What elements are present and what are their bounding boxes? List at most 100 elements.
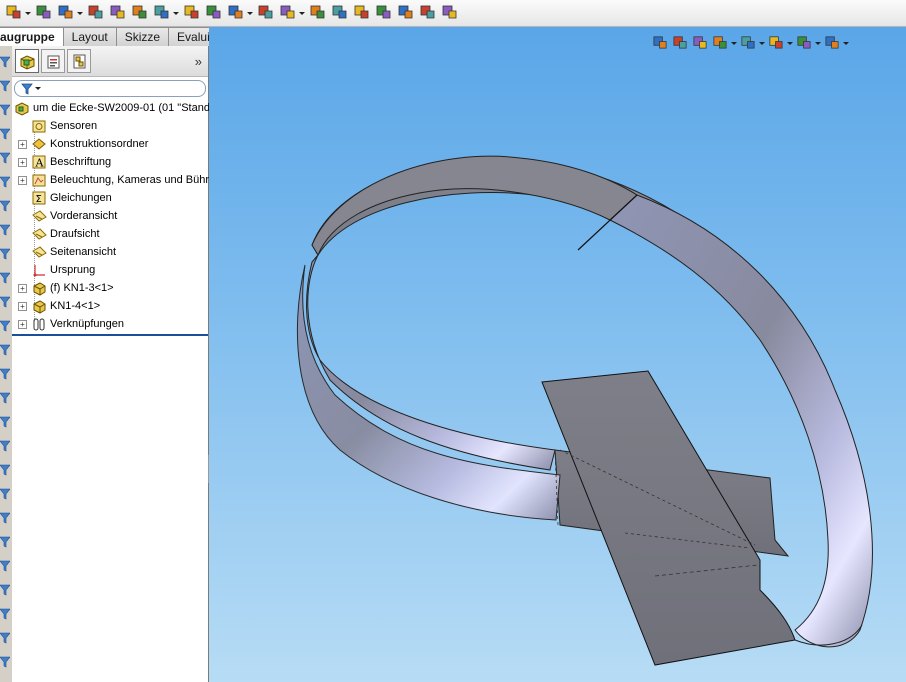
filter-icon[interactable]: [0, 200, 11, 212]
feature-manager-tabs: »: [12, 46, 208, 77]
table-button[interactable]: [416, 2, 438, 24]
part-icon: [31, 280, 47, 296]
expand-panel-button[interactable]: »: [195, 54, 202, 69]
model-view[interactable]: [209, 27, 906, 682]
part-icon: [31, 298, 47, 314]
toolbar-dropdown-caret[interactable]: [172, 2, 180, 24]
filter-icon[interactable]: [0, 656, 11, 668]
expand-toggle[interactable]: +: [18, 283, 27, 293]
headsup-dropdown-caret[interactable]: [730, 32, 738, 54]
filter-dropdown-icon[interactable]: [35, 87, 41, 90]
filter-icon[interactable]: [0, 392, 11, 404]
feature-filter-input[interactable]: [14, 80, 206, 97]
move-button[interactable]: [328, 2, 350, 24]
filter-icon[interactable]: [0, 368, 11, 380]
filter-icon[interactable]: [0, 56, 11, 68]
linear-pattern-button[interactable]: [128, 2, 150, 24]
expand-toggle[interactable]: +: [18, 175, 27, 185]
tree-item[interactable]: Ursprung: [18, 261, 95, 279]
filter-icon[interactable]: [0, 104, 11, 116]
explode-button[interactable]: [150, 2, 172, 24]
filter-icon[interactable]: [0, 296, 11, 308]
featuremanager-tab[interactable]: [15, 49, 39, 73]
filter-icon[interactable]: [0, 632, 11, 644]
linear-pattern-icon: [131, 3, 148, 23]
sketch-button[interactable]: [254, 2, 276, 24]
filter-icon[interactable]: [0, 176, 11, 188]
tree-item[interactable]: + A Beschriftung: [18, 153, 111, 171]
tree-item-label: Gleichungen: [50, 192, 112, 204]
filter-icon[interactable]: [0, 320, 11, 332]
expand-toggle[interactable]: +: [18, 157, 27, 167]
configurationmanager-tab[interactable]: [67, 49, 91, 73]
smart-fasteners-button[interactable]: [306, 2, 328, 24]
filter-icon[interactable]: [0, 440, 11, 452]
view-orientation-button[interactable]: [710, 33, 730, 53]
toolbar-dropdown-caret[interactable]: [24, 2, 32, 24]
rotate-button[interactable]: [180, 2, 202, 24]
toolbar-dropdown-caret[interactable]: [298, 2, 306, 24]
filter-icon[interactable]: [0, 560, 11, 572]
filter-icon[interactable]: [0, 80, 11, 92]
tab-sketch[interactable]: Skizze: [115, 27, 170, 46]
filter-icon[interactable]: [0, 464, 11, 476]
tab-assembly[interactable]: augruppe: [0, 27, 64, 46]
open-button[interactable]: [2, 2, 24, 24]
filter-icon[interactable]: [0, 152, 11, 164]
tree-item[interactable]: um die Ecke-SW2009-01 (01 "Stand: [14, 99, 210, 117]
section-view-button[interactable]: [690, 33, 710, 53]
svg-text:Σ: Σ: [36, 194, 42, 205]
filter-icon[interactable]: [0, 344, 11, 356]
assembly-button[interactable]: [350, 2, 372, 24]
tree-item[interactable]: Σ Gleichungen: [18, 189, 112, 207]
expand-toggle[interactable]: +: [18, 301, 27, 311]
filter-icon[interactable]: [0, 416, 11, 428]
headsup-dropdown-caret[interactable]: [814, 32, 822, 54]
paperclip-button[interactable]: [32, 2, 54, 24]
propertymanager-tab[interactable]: [41, 49, 65, 73]
headsup-dropdown-caret[interactable]: [842, 32, 850, 54]
color-button[interactable]: [438, 2, 460, 24]
filter-icon[interactable]: [0, 272, 11, 284]
filter-icon[interactable]: [0, 128, 11, 140]
filter-icon[interactable]: [0, 584, 11, 596]
hide-show-button[interactable]: [202, 2, 224, 24]
filter-icon[interactable]: [0, 536, 11, 548]
tree-item[interactable]: + KN1-4<1>: [18, 297, 100, 315]
configure-button[interactable]: [224, 2, 246, 24]
view-settings-button[interactable]: [822, 33, 842, 53]
edit-appearance-button[interactable]: [766, 33, 786, 53]
filter-icon[interactable]: [0, 608, 11, 620]
toolbar-dropdown-caret[interactable]: [76, 2, 84, 24]
rollback-bar[interactable]: [12, 334, 208, 336]
scene-button[interactable]: [794, 33, 814, 53]
tree-item[interactable]: Seitenansicht: [18, 243, 116, 261]
filter-icon[interactable]: [0, 488, 11, 500]
tree-item[interactable]: Sensoren: [18, 117, 97, 135]
mate-button[interactable]: [54, 2, 76, 24]
insert-button[interactable]: [106, 2, 128, 24]
toolbar-dropdown-caret[interactable]: [246, 2, 254, 24]
zoom-fit-button[interactable]: [650, 33, 670, 53]
tools-button[interactable]: [276, 2, 298, 24]
graphics-area[interactable]: [209, 27, 906, 682]
tree-item[interactable]: Vorderansicht: [18, 207, 117, 225]
headsup-dropdown-caret[interactable]: [758, 32, 766, 54]
tree-item[interactable]: + Verknüpfungen: [18, 315, 124, 333]
tree-item[interactable]: + Konstruktionsordner: [18, 135, 148, 153]
tree-item[interactable]: + Beleuchtung, Kameras und Bühr: [18, 171, 209, 189]
instant3d-button[interactable]: [394, 2, 416, 24]
filter-icon[interactable]: [0, 512, 11, 524]
reference-button[interactable]: [372, 2, 394, 24]
expand-toggle[interactable]: +: [18, 319, 27, 329]
component-button[interactable]: [84, 2, 106, 24]
zoom-area-button[interactable]: [670, 33, 690, 53]
expand-toggle[interactable]: +: [18, 139, 27, 149]
tree-item[interactable]: Draufsicht: [18, 225, 100, 243]
headsup-dropdown-caret[interactable]: [786, 32, 794, 54]
filter-icon[interactable]: [0, 248, 11, 260]
filter-icon[interactable]: [0, 224, 11, 236]
tree-item[interactable]: + (f) KN1-3<1>: [18, 279, 114, 297]
tab-layout[interactable]: Layout: [62, 27, 117, 46]
display-style-button[interactable]: [738, 33, 758, 53]
